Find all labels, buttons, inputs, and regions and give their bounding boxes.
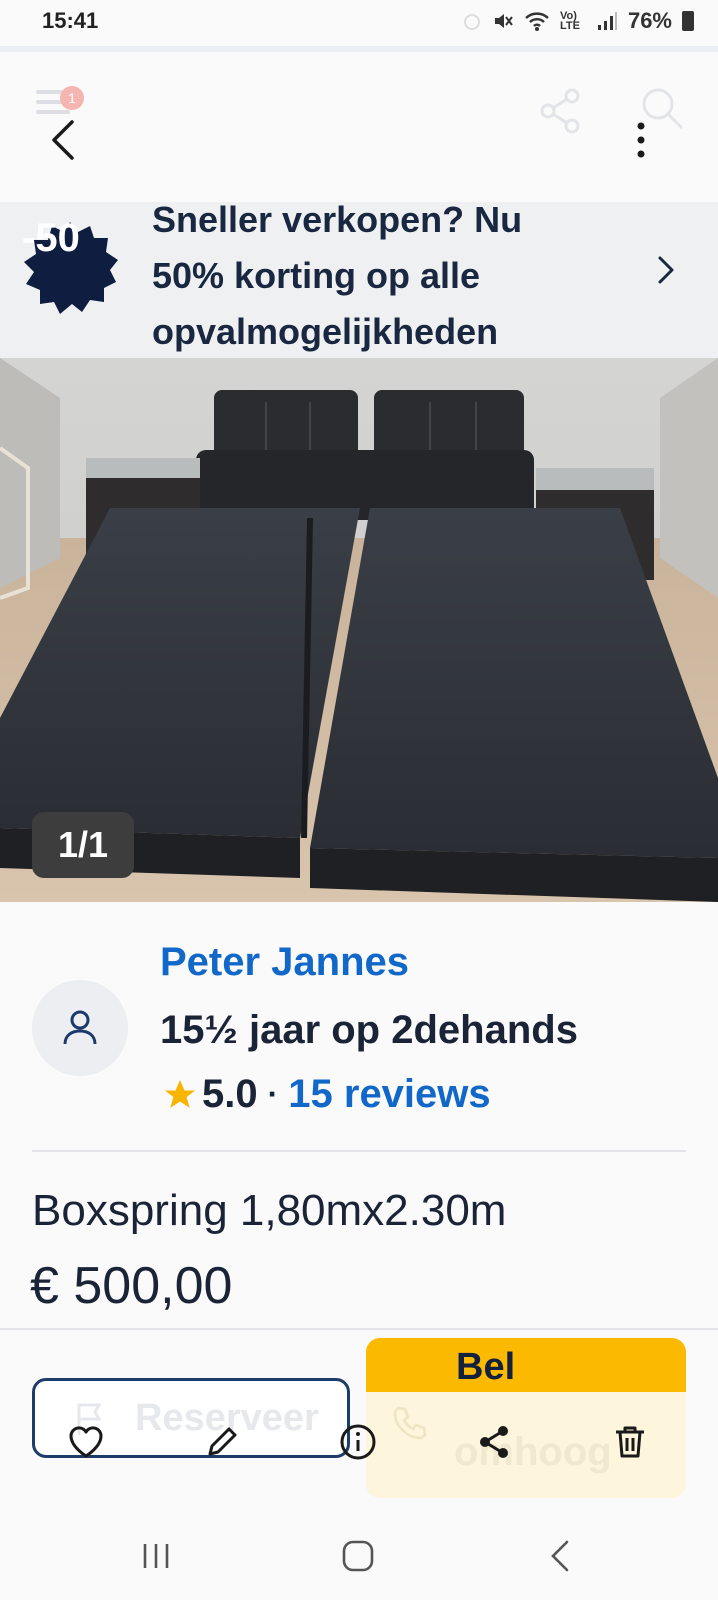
menu-notification-badge: 1 xyxy=(60,86,84,110)
call-button-header xyxy=(366,1338,686,1392)
share-ghost-icon xyxy=(540,88,580,134)
recent-apps-icon xyxy=(143,1544,169,1568)
avatar[interactable] xyxy=(32,980,128,1076)
battery-level: 76% xyxy=(627,8,672,33)
call-label: Bel xyxy=(456,1346,516,1388)
more-options-button[interactable] xyxy=(626,118,656,162)
user-icon xyxy=(63,1010,97,1045)
discount-badge-label: -50 xyxy=(22,216,80,260)
section-divider xyxy=(0,1328,718,1330)
mute-icon xyxy=(494,14,513,28)
home-button[interactable] xyxy=(328,1536,388,1576)
system-back-button[interactable] xyxy=(530,1536,590,1576)
promo-text: Sneller verkopen? Nu 50% korting op alle… xyxy=(152,202,632,358)
seller-section[interactable]: Peter Jannes 15½ jaar op 2dehands 5.0 · … xyxy=(0,902,718,1152)
seller-name-link[interactable]: Peter Jannes xyxy=(160,940,409,985)
share-icon xyxy=(480,1426,508,1458)
reviews-link[interactable]: 15 reviews xyxy=(288,1072,490,1117)
listing-toolbar xyxy=(0,1418,718,1478)
listing-price: € 500,00 xyxy=(30,1257,233,1315)
favorite-button[interactable] xyxy=(62,1418,110,1466)
promo-line: opvalmogelijkheden xyxy=(152,311,499,352)
signal-icon xyxy=(597,12,617,30)
alarm-icon xyxy=(463,14,480,30)
status-bar: 15:41 Vo) LTE 76% xyxy=(0,0,718,46)
star-icon xyxy=(165,1079,195,1108)
more-vertical-icon xyxy=(637,122,645,158)
app-header: 1 xyxy=(0,52,718,202)
trash-icon xyxy=(616,1426,644,1458)
promo-line: Sneller verkopen? Nu xyxy=(152,202,523,240)
seller-membership: 15½ jaar op 2dehands xyxy=(160,1008,578,1052)
network-label: Vo) LTE xyxy=(559,10,580,32)
share-button[interactable] xyxy=(470,1418,518,1466)
rating-value: 5.0 xyxy=(202,1072,258,1116)
listing-title: Boxspring 1,80mx2.30m xyxy=(32,1186,507,1235)
info-button[interactable] xyxy=(334,1418,382,1466)
promo-line: 50% korting op alle xyxy=(152,255,481,296)
chevron-right-icon xyxy=(658,256,674,284)
wifi-icon xyxy=(525,12,549,31)
battery-icon xyxy=(682,11,694,31)
edit-button[interactable] xyxy=(198,1418,246,1466)
rating-separator: · xyxy=(267,1076,279,1112)
photo-counter: 1/1 xyxy=(32,812,134,878)
status-icons: Vo) LTE 76% xyxy=(462,8,694,34)
status-time: 15:41 xyxy=(42,8,99,33)
home-icon xyxy=(342,1540,374,1572)
chevron-left-icon xyxy=(52,120,74,160)
heart-icon xyxy=(69,1426,103,1458)
promo-banner[interactable]: -50 Sneller verkopen? Nu 50% korting op … xyxy=(0,202,718,358)
info-icon xyxy=(340,1424,376,1460)
back-arrow-icon xyxy=(551,1540,569,1572)
delete-button[interactable] xyxy=(606,1418,654,1466)
recent-apps-button[interactable] xyxy=(126,1536,186,1576)
seller-rating: 5.0 · 15 reviews xyxy=(162,1072,491,1117)
section-divider xyxy=(32,1150,686,1152)
pencil-icon xyxy=(208,1427,237,1456)
back-button[interactable] xyxy=(40,114,90,164)
system-nav-bar xyxy=(0,1520,718,1600)
